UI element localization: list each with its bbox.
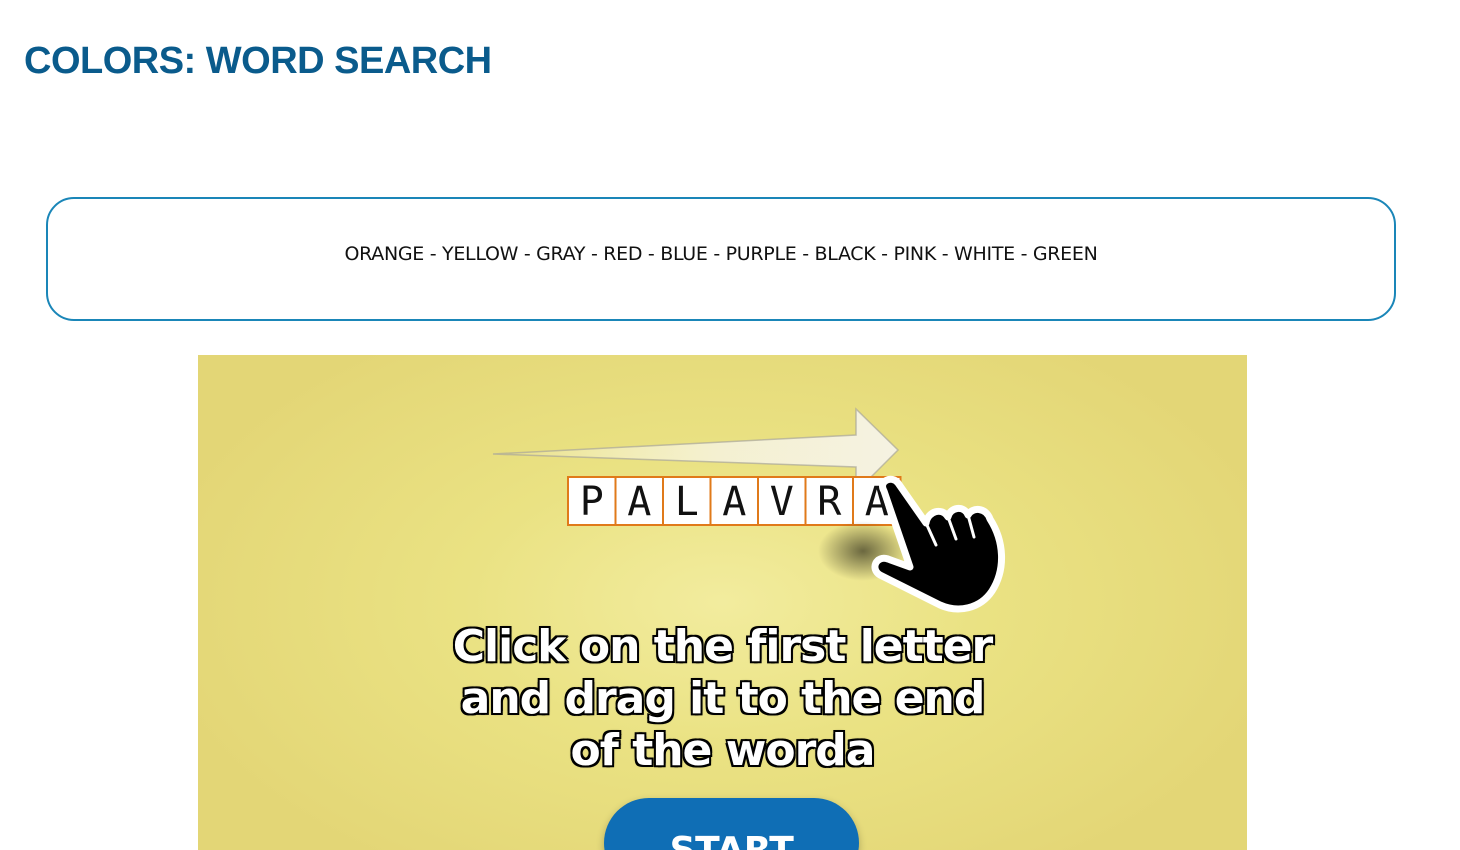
letter-cell-label: A: [722, 479, 746, 525]
letter-cell: P: [567, 476, 617, 526]
letter-cell-label: A: [627, 479, 651, 525]
word-list: ORANGE - YELLOW - GRAY - RED - BLUE - PU…: [344, 243, 1098, 265]
letter-cell: L: [662, 476, 712, 526]
instruction-line: of the worda: [570, 724, 877, 777]
letter-cell-label: P: [580, 479, 604, 525]
letter-cell-label: R: [817, 479, 842, 525]
letter-cell-label: V: [770, 479, 794, 525]
letter-cell: V: [757, 476, 807, 526]
instruction-text: Click on the first letter and drag it to…: [198, 620, 1247, 777]
letter-cell: A: [709, 476, 759, 526]
demo-word: PALAVRA: [567, 476, 902, 526]
letter-cell: R: [804, 476, 854, 526]
letter-cell-label: L: [675, 479, 699, 525]
letter-cell: A: [614, 476, 664, 526]
page-title: COLORS: WORD SEARCH: [24, 40, 492, 82]
instruction-line: and drag it to the end: [460, 672, 987, 725]
game-area[interactable]: PALAVRA Click on the first letter and dr…: [198, 355, 1247, 850]
word-list-box: ORANGE - YELLOW - GRAY - RED - BLUE - PU…: [46, 197, 1396, 321]
start-button[interactable]: START: [604, 798, 859, 850]
instruction-line: Click on the first letter: [452, 620, 995, 673]
